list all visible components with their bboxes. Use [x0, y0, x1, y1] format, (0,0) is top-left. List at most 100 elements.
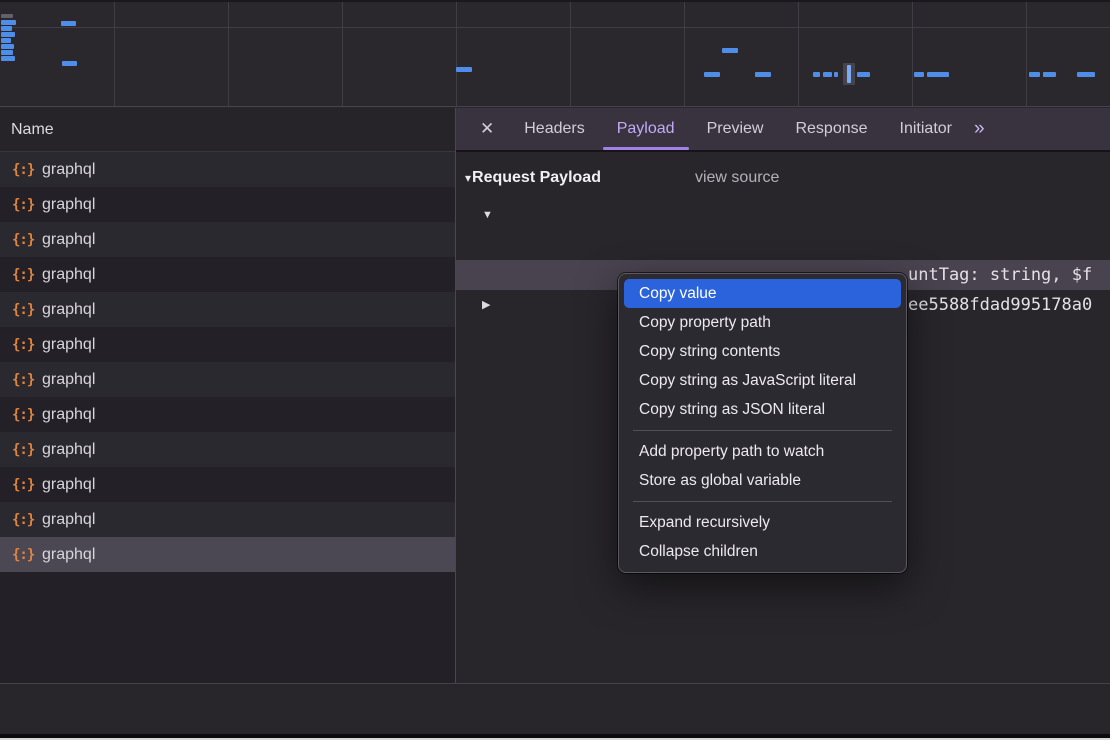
- tab-initiator[interactable]: Initiator: [884, 108, 968, 150]
- request-name: graphql: [42, 196, 95, 214]
- detail-tabs: HeadersPayloadPreviewResponseInitiator: [508, 108, 968, 150]
- request-row[interactable]: {:}graphql: [0, 257, 455, 292]
- request-name: graphql: [42, 371, 95, 389]
- timeline-gridline: [228, 2, 229, 106]
- json-icon: {:}: [12, 547, 42, 563]
- context-menu-item[interactable]: Copy string contents: [624, 337, 901, 366]
- request-payload-title: Request Payload: [472, 169, 601, 187]
- waterfall-bar: [1, 20, 16, 25]
- waterfall-bar: [847, 65, 851, 83]
- tab-headers[interactable]: Headers: [508, 108, 600, 150]
- json-icon: {:}: [12, 337, 42, 353]
- waterfall-bar: [834, 72, 838, 77]
- operation-name-row[interactable]: operationName: "ipFlowTimeseries": [456, 230, 1110, 260]
- waterfall-bar: [62, 61, 77, 66]
- tab-preview[interactable]: Preview: [691, 108, 780, 150]
- request-row[interactable]: {:}graphql: [0, 397, 455, 432]
- json-icon: {:}: [12, 162, 42, 178]
- network-overview[interactable]: [0, 0, 1110, 107]
- json-icon: {:}: [12, 442, 42, 458]
- request-row[interactable]: {:}graphql: [0, 537, 455, 572]
- request-name: graphql: [42, 161, 95, 179]
- json-icon: {:}: [12, 197, 42, 213]
- request-name: graphql: [42, 476, 95, 494]
- timeline-gridline: [684, 2, 685, 106]
- timeline-gridline: [456, 2, 457, 106]
- name-column-header[interactable]: Name: [0, 108, 455, 152]
- timeline-gridline: [1026, 2, 1027, 106]
- request-payload-header: ▾ Request Payload view source: [456, 163, 1110, 193]
- collapse-section-icon[interactable]: ▾: [465, 171, 471, 185]
- waterfall-bar: [914, 72, 924, 77]
- json-icon: {:}: [12, 232, 42, 248]
- waterfall-bar: [857, 72, 870, 77]
- waterfall-bar: [1, 32, 15, 37]
- request-row[interactable]: {:}graphql: [0, 222, 455, 257]
- context-menu-item[interactable]: Add property path to watch: [624, 437, 901, 466]
- request-row[interactable]: {:}graphql: [0, 432, 455, 467]
- request-row[interactable]: {:}graphql: [0, 327, 455, 362]
- query-row-right-text: untTag: string, $f: [908, 260, 1092, 290]
- more-tabs-icon[interactable]: »: [974, 118, 985, 140]
- waterfall-bar: [823, 72, 832, 77]
- waterfall-bar: [1043, 72, 1056, 77]
- request-row[interactable]: {:}graphql: [0, 362, 455, 397]
- timeline-gridline: [342, 2, 343, 106]
- request-row[interactable]: {:}graphql: [0, 292, 455, 327]
- close-panel-icon[interactable]: ✕: [480, 119, 494, 139]
- waterfall-bar: [1, 50, 13, 55]
- context-menu-item[interactable]: Store as global variable: [624, 466, 901, 495]
- context-menu-item[interactable]: Copy property path: [624, 308, 901, 337]
- menu-separator: [633, 430, 892, 431]
- waterfall-bar: [1, 14, 13, 18]
- request-row[interactable]: {:}graphql: [0, 187, 455, 222]
- context-menu-item[interactable]: Collapse children: [624, 537, 901, 566]
- context-menu-item[interactable]: Copy string as JavaScript literal: [624, 366, 901, 395]
- json-icon: {:}: [12, 407, 42, 423]
- waterfall-bar: [1077, 72, 1095, 77]
- devtools-window: Name ✕ HeadersPayloadPreviewResponseInit…: [0, 0, 1110, 740]
- timeline-gridline: [912, 2, 913, 106]
- name-column-label: Name: [11, 121, 54, 139]
- timeline-gridline: [0, 27, 1110, 28]
- tab-response[interactable]: Response: [779, 108, 883, 150]
- menu-separator: [633, 501, 892, 502]
- timeline-gridline: [114, 2, 115, 106]
- waterfall-bar: [755, 72, 771, 77]
- waterfall-bar: [927, 72, 949, 77]
- tab-payload[interactable]: Payload: [601, 108, 691, 150]
- view-source-link[interactable]: view source: [695, 169, 779, 187]
- waterfall-bar: [1, 38, 11, 43]
- request-name: graphql: [42, 336, 95, 354]
- request-name: graphql: [42, 231, 95, 249]
- context-menu: Copy valueCopy property pathCopy string …: [618, 273, 907, 573]
- timeline-gridline: [570, 2, 571, 106]
- request-name: graphql: [42, 441, 95, 459]
- waterfall-bar: [1, 56, 15, 61]
- request-row[interactable]: {:}graphql: [0, 152, 455, 187]
- request-row[interactable]: {:}graphql: [0, 502, 455, 537]
- waterfall-bar: [1, 26, 12, 31]
- json-icon: {:}: [12, 302, 42, 318]
- json-icon: {:}: [12, 372, 42, 388]
- request-row[interactable]: {:}graphql: [0, 467, 455, 502]
- request-name: graphql: [42, 511, 95, 529]
- request-name: graphql: [42, 406, 95, 424]
- variables-row-right-text: ee5588fdad995178a0: [908, 290, 1092, 320]
- context-menu-item[interactable]: Copy string as JSON literal: [624, 395, 901, 424]
- json-icon: {:}: [12, 512, 42, 528]
- waterfall-bar: [722, 48, 738, 53]
- payload-preview-row[interactable]: ▼{operationName: "ipFlowTimeseries", var…: [456, 200, 1110, 230]
- collapse-node-icon[interactable]: ▼: [482, 200, 493, 230]
- waterfall-bar: [1, 44, 14, 49]
- context-menu-item[interactable]: Copy value: [624, 279, 901, 308]
- waterfall-bar: [704, 72, 720, 77]
- drawer-tabbar: ✕ HeadersPayloadPreviewResponseInitiator…: [456, 108, 1110, 152]
- json-icon: {:}: [12, 267, 42, 283]
- expand-node-icon[interactable]: ▶: [482, 290, 490, 320]
- context-menu-item[interactable]: Expand recursively: [624, 508, 901, 537]
- request-name: graphql: [42, 266, 95, 284]
- requests-list: {:}graphql{:}graphql{:}graphql{:}graphql…: [0, 152, 455, 683]
- waterfall-bar: [1029, 72, 1040, 77]
- json-icon: {:}: [12, 477, 42, 493]
